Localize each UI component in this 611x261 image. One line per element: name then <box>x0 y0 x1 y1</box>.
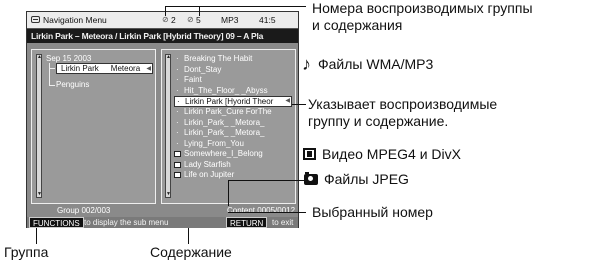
return-hint: to exit <box>272 218 294 227</box>
leader-line <box>228 180 306 181</box>
audio-dot-icon: · <box>176 54 179 63</box>
leader-line <box>182 6 306 7</box>
content-item-label: Hit_The_Floor_ _Abyss <box>184 85 268 95</box>
leader-line <box>228 180 229 206</box>
content-item-label: Life on Jupiter <box>184 170 235 179</box>
content-item-label: Lying_From_You <box>184 138 244 148</box>
audio-dot-icon: · <box>177 97 180 106</box>
music-note-icon: ♪ <box>302 54 311 74</box>
top-status-bar: Navigation Menu ⊘ 2 ⊘ 5 MP3 41:5 <box>27 12 298 29</box>
content-item-label: Lirkin Park [Hyorid Theor <box>185 97 274 106</box>
film-icon <box>303 148 316 160</box>
content-item-label: Faint <box>184 75 202 84</box>
content-item-label: Breaking The Habit <box>184 54 253 63</box>
group-scrollbar[interactable]: ▲ ▼ <box>36 54 42 198</box>
selected-group-album: Meteora <box>110 64 141 73</box>
functions-button[interactable]: FUNCTIONS <box>29 217 84 228</box>
content-item-label: Lirkin Park_Cure ForThe <box>184 107 272 116</box>
content-item[interactable]: · Lirkin Park_Cure ForThe <box>174 107 292 118</box>
annotation-jpeg: Файлы JPEG <box>324 171 409 187</box>
content-item-label: Somewhere_I_Belong <box>184 149 263 158</box>
playing-marker-icon: ◀ <box>285 98 290 104</box>
hint-bar: FUNCTIONS to display the sub menu RETURN… <box>27 217 298 228</box>
leader-line <box>188 228 189 244</box>
group-panel: ▲ ▼ Sep 15 2003 Lirkin Park Meteora ◀ Pen… <box>31 49 156 204</box>
audio-dot-icon: · <box>176 64 179 74</box>
audio-dot-icon: · <box>176 75 179 84</box>
content-item[interactable]: Life on Jupiter <box>174 170 292 181</box>
content-item[interactable]: · Lying_From_You <box>174 139 292 150</box>
content-scrollbar[interactable]: ▲ ▼ <box>165 54 171 198</box>
menu-title: Navigation Menu <box>43 15 107 25</box>
annotation-group: Группа <box>4 244 49 260</box>
scroll-up-icon[interactable]: ▲ <box>166 55 171 60</box>
content-item[interactable]: Somewhere_I_Belong <box>174 149 292 160</box>
annotation-indicates-1: Указывает воспроизводимые <box>308 96 498 112</box>
navigation-menu-screen: Navigation Menu ⊘ 2 ⊘ 5 MP3 41:5 Lirkin … <box>26 11 299 228</box>
content-list: · Breaking The Habit · Dont_Stay · Faint · Hit_… <box>174 54 292 181</box>
playing-content-number: 5 <box>196 15 201 25</box>
scroll-down-icon[interactable]: ▼ <box>37 192 42 197</box>
menu-icon <box>31 16 40 23</box>
annotation-video: Видео MPEG4 и DivX <box>322 146 461 162</box>
group-item-penguins[interactable]: Penguins <box>56 80 89 89</box>
content-item-label: Dont_Stay <box>184 64 222 74</box>
content-item[interactable]: · Faint <box>174 75 292 86</box>
group-counter: Group 002/003 <box>57 206 111 215</box>
content-item[interactable]: · Dont_Stay <box>174 65 292 76</box>
content-item[interactable]: Lady Starfish <box>174 160 292 171</box>
leader-line <box>228 212 306 213</box>
selected-group-artist: Lirkin Park <box>61 64 99 73</box>
camera-icon <box>304 172 318 185</box>
photo-icon <box>174 161 181 168</box>
leader-line <box>165 6 166 16</box>
content-item[interactable]: · Lirkin_Park_ _Metora_ <box>174 118 292 129</box>
leader-line <box>36 228 37 244</box>
audio-dot-icon: · <box>176 117 179 127</box>
tree-line <box>49 68 55 69</box>
leader-line <box>292 104 306 105</box>
content-icon: ⊘ <box>187 15 194 24</box>
playing-group-number: 2 <box>171 15 176 25</box>
content-item-label: Lirkin_Park_ _Metora_ <box>184 117 265 127</box>
annotation-indicates-2: группу и содержание. <box>308 113 449 129</box>
audio-dot-icon: · <box>176 85 179 95</box>
return-button[interactable]: RETURN <box>226 217 268 228</box>
playing-marker-icon: ◀ <box>146 66 151 72</box>
content-item[interactable]: · Hit_The_Floor_ _Abyss <box>174 86 292 97</box>
annotation-playing-numbers-2: и содержания <box>312 17 403 33</box>
annotation-selected-number: Выбранный номер <box>312 204 433 220</box>
content-counter: Content 0005/0012 <box>227 206 296 215</box>
functions-hint: to display the sub menu <box>84 218 169 227</box>
tree-line <box>49 63 50 85</box>
group-icon: ⊘ <box>162 15 169 24</box>
format-indicator: MP3 <box>221 15 239 25</box>
annotation-wma-mp3: Файлы WMA/MP3 <box>318 56 434 72</box>
audio-dot-icon: · <box>176 128 179 137</box>
audio-dot-icon: · <box>176 138 179 148</box>
content-item[interactable]: · Breaking The Habit <box>174 54 292 65</box>
content-item-label: Lady Starfish <box>184 159 231 169</box>
leader-line <box>199 6 200 16</box>
audio-dot-icon: · <box>176 107 179 116</box>
scroll-up-icon[interactable]: ▲ <box>37 55 42 60</box>
group-date: Sep 15 2003 <box>46 54 92 63</box>
content-item[interactable]: · Lirkin_Park_ _Metora_ <box>174 128 292 139</box>
annotation-playing-numbers-1: Номера воспроизводимых группы <box>312 0 533 16</box>
scroll-down-icon[interactable]: ▼ <box>166 192 171 197</box>
annotation-content: Содержание <box>150 244 232 260</box>
photo-icon <box>174 172 181 178</box>
selected-group[interactable]: Lirkin Park Meteora ◀ <box>56 63 153 74</box>
video-icon <box>174 151 181 157</box>
content-item[interactable]: · Lirkin Park [Hyorid Theor ◀ <box>174 96 292 107</box>
content-item-label: Lirkin_Park_ _Metora_ <box>184 128 265 137</box>
elapsed-time: 41:5 <box>259 15 276 25</box>
tree-line <box>49 85 55 86</box>
now-playing-title: Lirkin Park – Meteora / Lirkin Park [Hyb… <box>27 29 298 43</box>
